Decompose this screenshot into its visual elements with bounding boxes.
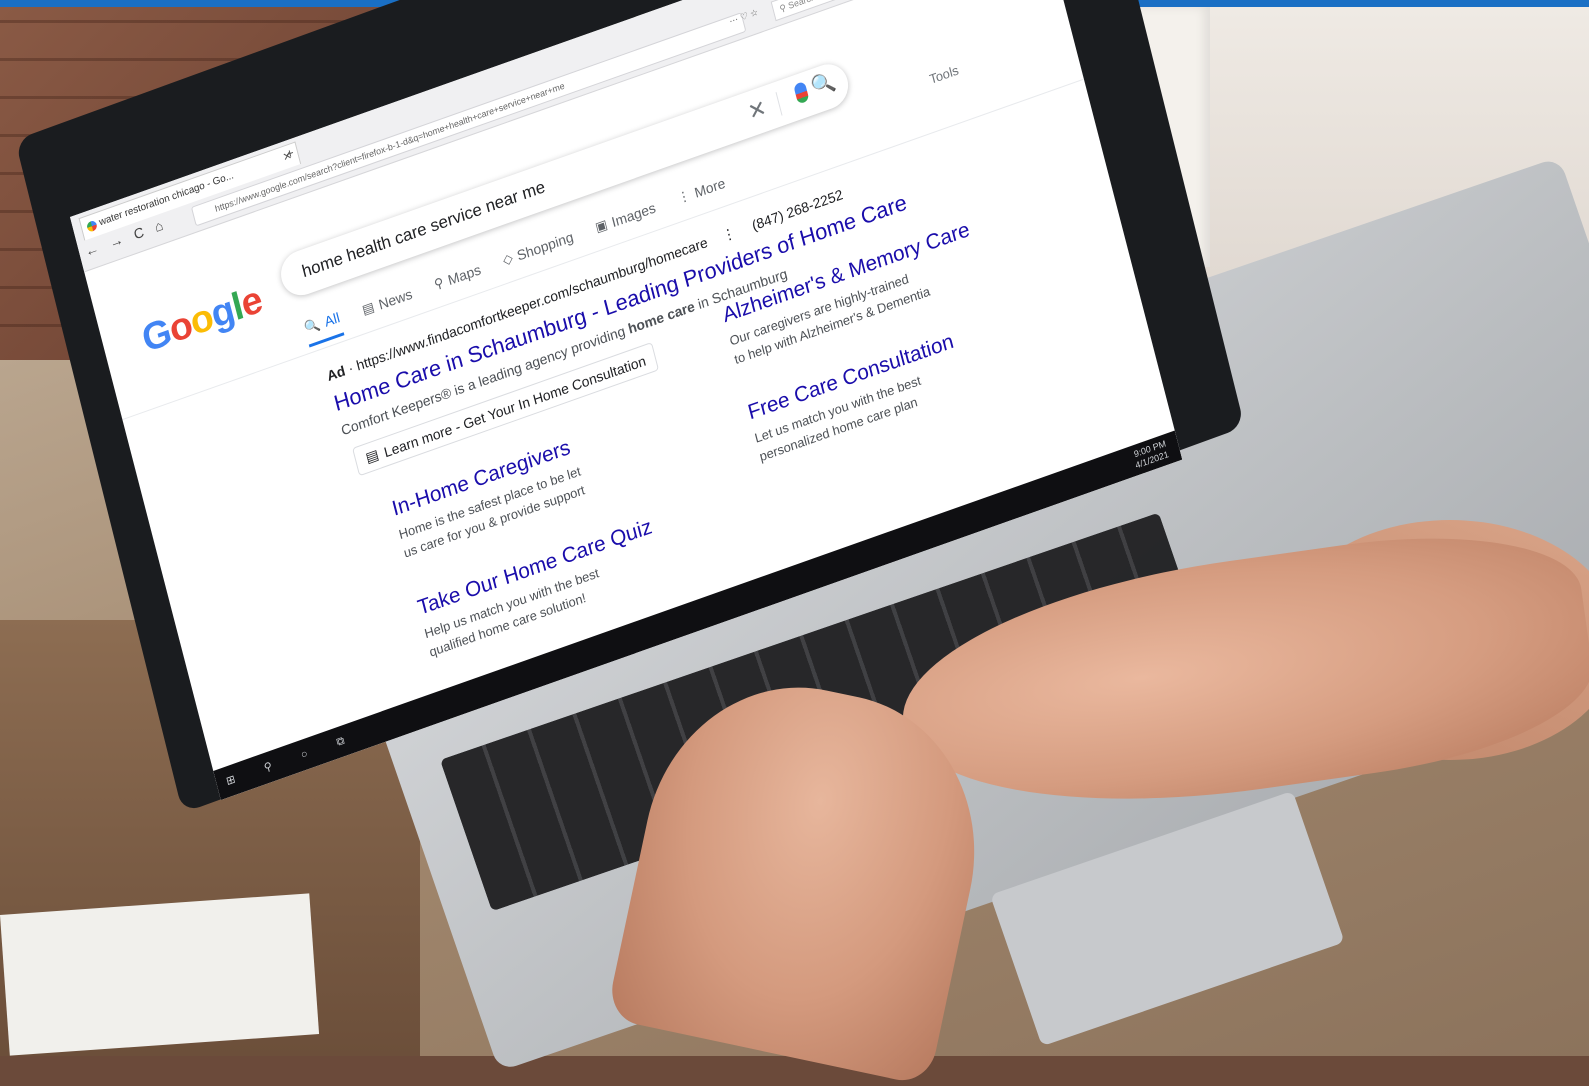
home-icon[interactable]: ⌂ bbox=[153, 217, 165, 235]
forward-icon[interactable]: → bbox=[108, 231, 125, 251]
search-icon[interactable]: 🔍 bbox=[809, 68, 839, 101]
tab-label: More bbox=[692, 174, 727, 201]
tab-label: Shopping bbox=[515, 227, 575, 264]
google-favicon-icon bbox=[85, 219, 98, 233]
search-icon: 🔍 bbox=[302, 315, 322, 336]
document-icon: ▤ bbox=[363, 445, 381, 466]
tab-label: Maps bbox=[446, 260, 483, 288]
browser-search-field[interactable]: ⚲ Search bbox=[770, 0, 916, 22]
search-divider bbox=[775, 92, 783, 116]
browser-search-placeholder: Search bbox=[787, 0, 817, 11]
ad-menu-icon[interactable]: ⋮ bbox=[720, 224, 737, 244]
more-icon: ⋮ bbox=[675, 186, 692, 206]
microphone-icon[interactable] bbox=[793, 81, 810, 105]
taskbar-icons[interactable]: ⊞ ⚲ ○ ⧉ bbox=[225, 729, 360, 789]
news-icon: ▤ bbox=[360, 298, 376, 318]
tab-label: Images bbox=[609, 198, 658, 230]
tools-button[interactable]: Tools bbox=[928, 62, 960, 87]
tab-label: All bbox=[322, 309, 342, 330]
back-icon[interactable]: ← bbox=[83, 239, 100, 259]
tab-label: News bbox=[376, 285, 414, 313]
tab-more[interactable]: ⋮ More bbox=[675, 173, 729, 216]
tab-shopping[interactable]: ◇ Shopping bbox=[501, 226, 578, 277]
tab-news[interactable]: ▤ News bbox=[360, 284, 416, 328]
google-logo[interactable]: Google bbox=[138, 279, 267, 362]
image-icon: ▣ bbox=[593, 215, 609, 235]
tag-icon: ◇ bbox=[500, 249, 515, 268]
tab-images[interactable]: ▣ Images bbox=[593, 197, 659, 244]
reload-icon[interactable]: C bbox=[132, 223, 146, 242]
map-pin-icon: ⚲ bbox=[432, 273, 446, 292]
taskbar-clock[interactable]: 9:00 PM 4/1/2021 bbox=[1131, 438, 1170, 471]
clear-icon[interactable]: ✕ bbox=[745, 95, 769, 126]
tab-maps[interactable]: ⚲ Maps bbox=[432, 259, 485, 302]
